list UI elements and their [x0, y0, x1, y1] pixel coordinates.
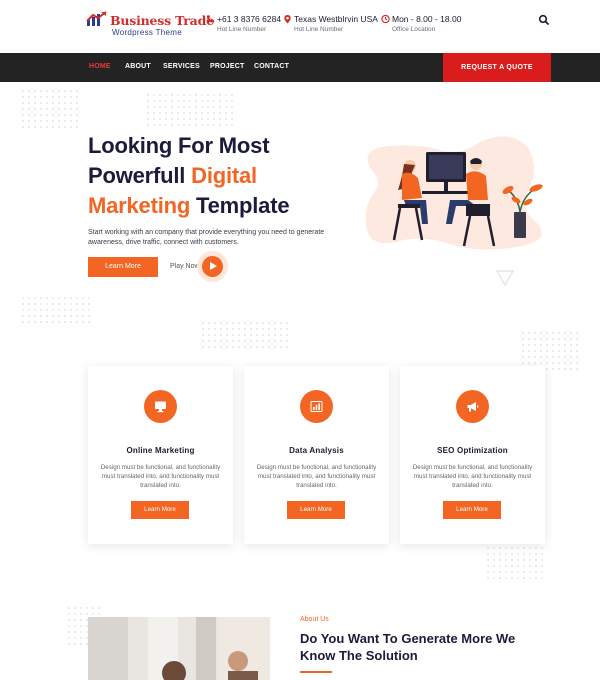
decor-dots — [145, 92, 235, 127]
about-title-line-1: Do You Want To Generate More We — [300, 631, 516, 646]
nav-project[interactable]: PROJECT — [210, 63, 244, 70]
service-icon-circle — [144, 390, 177, 423]
decor-dots — [200, 320, 290, 350]
decor-triangle-icon — [496, 270, 514, 286]
location-label: Hot Line Number — [294, 26, 344, 33]
play-now-label: Play Now — [170, 263, 200, 270]
megaphone-icon — [467, 402, 479, 412]
hero-title: Looking For Most Powerfull Digital Marke… — [88, 131, 290, 221]
service-learn-more-button[interactable]: Learn More — [287, 501, 345, 519]
hero-title-highlight: Marketing — [88, 193, 191, 218]
decor-dots — [485, 545, 545, 580]
play-button-icon[interactable] — [202, 256, 223, 277]
decor-dots — [20, 295, 90, 325]
service-description: Design must be functional, and functiona… — [100, 464, 221, 489]
hero-description: Start working with an company that provi… — [88, 229, 325, 246]
service-card-data-analysis: Data Analysis Design must be functional,… — [244, 366, 389, 544]
service-title: SEO Optimization — [437, 446, 508, 455]
nav-home[interactable]: HOME — [89, 63, 111, 70]
about-tag: About Us — [300, 616, 329, 623]
hero-title-text: Powerfull — [88, 163, 192, 188]
phone-number: +61 3 8376 6284 — [217, 14, 282, 24]
monitor-icon — [155, 401, 166, 413]
clock-icon — [381, 14, 390, 24]
nav-contact[interactable]: CONTACT — [254, 63, 289, 70]
hours-label: Office Location — [392, 26, 436, 33]
request-quote-button[interactable]: REQUEST A QUOTE — [443, 53, 551, 82]
hero-title-line-1: Looking For Most — [88, 133, 270, 158]
nav-services[interactable]: SERVICES — [163, 63, 200, 70]
service-title: Online Marketing — [126, 446, 195, 455]
decor-dots — [20, 88, 80, 128]
hero-illustration — [365, 136, 543, 250]
service-description: Design must be functional, and functiona… — [256, 464, 377, 489]
hero-title-line-2: Powerfull Digital — [88, 161, 289, 191]
hero-learn-more-button[interactable]: Learn More — [88, 257, 158, 277]
phone-icon — [206, 15, 215, 23]
search-icon[interactable] — [538, 14, 550, 26]
about-title: Do You Want To Generate More We Know The… — [300, 630, 515, 664]
service-icon-circle — [456, 390, 489, 423]
about-photo-graphic — [88, 617, 270, 680]
about-title-line-2: Know The Solution — [300, 648, 418, 663]
about-divider — [300, 671, 332, 673]
service-icon-circle — [300, 390, 333, 423]
location-text: Texas Westblrvin USA — [294, 14, 378, 24]
nav-about[interactable]: ABOUT — [125, 63, 151, 70]
service-card-online-marketing: Online Marketing Design must be function… — [88, 366, 233, 544]
decor-dots — [520, 330, 580, 370]
top-header: Business Trade Wordpress Theme +61 3 837… — [0, 0, 600, 53]
hero-title-text: Template — [190, 193, 290, 218]
bar-chart-icon — [310, 401, 323, 412]
hours-text: Mon - 8.00 - 18.00 — [392, 14, 462, 24]
about-photo — [88, 617, 270, 680]
brand-title: Business Trade — [110, 13, 214, 28]
location-pin-icon — [284, 14, 291, 24]
hero-title-line-3: Marketing Template — [88, 191, 290, 221]
brand-subtitle: Wordpress Theme — [112, 28, 183, 37]
service-learn-more-button[interactable]: Learn More — [131, 501, 189, 519]
phone-label: Hot Line Number — [217, 26, 267, 33]
service-description: Design must be functional, and functiona… — [412, 464, 533, 489]
hero-title-highlight: Digital — [191, 163, 257, 188]
service-learn-more-button[interactable]: Learn More — [443, 501, 501, 519]
service-title: Data Analysis — [289, 446, 344, 455]
service-card-seo-optimization: SEO Optimization Design must be function… — [400, 366, 545, 544]
logo-chart-icon — [86, 11, 107, 26]
